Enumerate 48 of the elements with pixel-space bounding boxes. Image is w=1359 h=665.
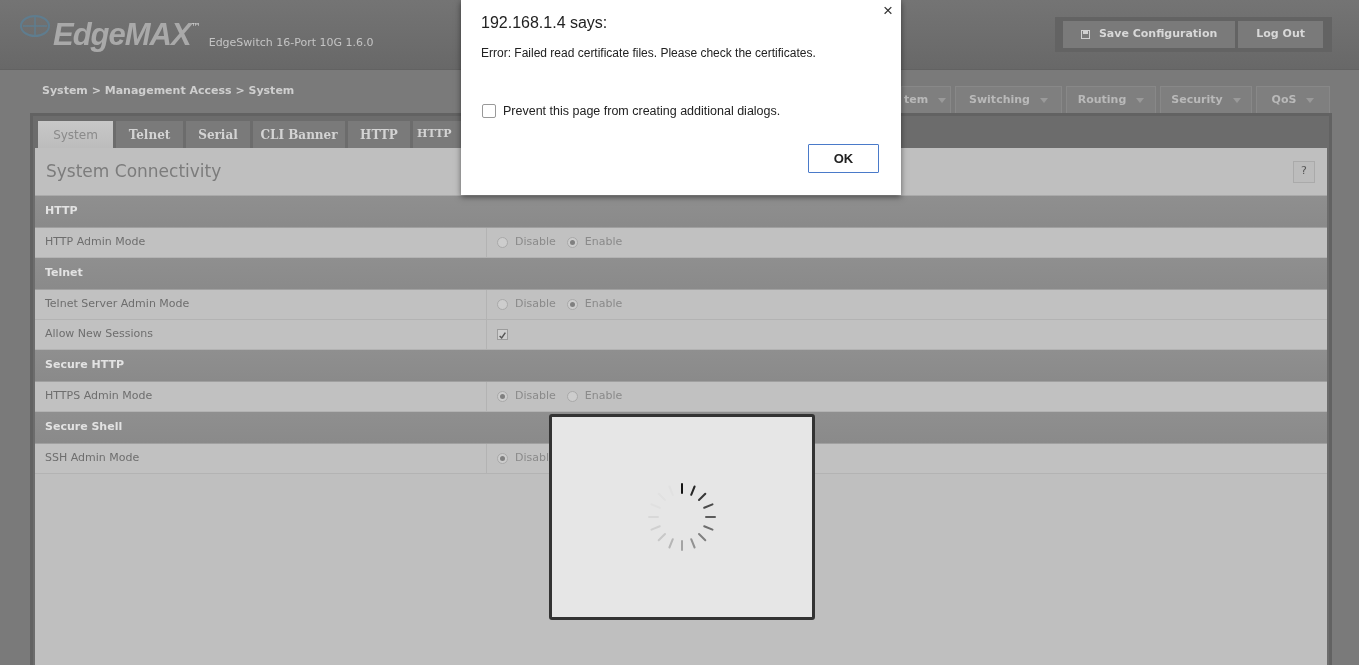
radio-button[interactable] — [566, 391, 578, 402]
field-label: SSH Admin Mode — [45, 450, 140, 467]
dialog-title: 192.168.1.4 says: — [481, 13, 608, 33]
caret-icon — [1232, 97, 1241, 103]
logo-text: EdgeMAX — [53, 19, 191, 50]
breadcrumb-text: System > Management Access > System — [42, 83, 295, 100]
caret-icon — [1039, 97, 1048, 103]
panel-title: System Connectivity — [46, 159, 222, 183]
field-label: Allow New Sessions — [45, 326, 154, 343]
caret-icon — [1136, 97, 1145, 103]
menu-tab[interactable]: Security — [1160, 86, 1252, 113]
field-label: HTTPS Admin Mode — [45, 388, 153, 405]
caret-icon — [1306, 97, 1315, 103]
field-label: Telnet Server Admin Mode — [45, 296, 190, 313]
radio-button[interactable] — [497, 453, 508, 464]
help-button[interactable]: ? — [1293, 160, 1315, 183]
menu-tab[interactable]: tem — [901, 86, 951, 113]
tab[interactable]: Telnet — [116, 121, 183, 148]
save-configuration-button[interactable]: Save Configuration — [1062, 21, 1236, 48]
caret-icon — [938, 97, 947, 103]
tab[interactable]: System — [38, 121, 113, 148]
menu-tab[interactable]: QoS — [1256, 86, 1330, 113]
log-out-button[interactable]: Log Out — [1238, 21, 1323, 48]
tab[interactable]: HTTP — [413, 121, 461, 148]
close-button[interactable]: × — [883, 2, 893, 21]
save-icon — [1080, 30, 1090, 39]
globe-icon — [20, 15, 50, 37]
radio-button[interactable] — [497, 237, 508, 248]
section-header: Secure HTTP — [35, 350, 1327, 382]
spinner-icon — [648, 483, 716, 551]
menu-tab[interactable]: Routing — [1066, 86, 1156, 113]
product-name: EdgeSwitch 16-Port 10G 1.6.0 — [208, 35, 374, 52]
tab[interactable]: HTTP — [348, 121, 410, 148]
dialog-message: Error: Failed read certificate files. Please check the certificates. — [481, 45, 816, 62]
checkbox-label: Prevent this page from creating additional dialogs. — [503, 103, 781, 120]
radio-button[interactable] — [566, 299, 578, 310]
section-header: Telnet — [35, 258, 1327, 290]
checkbox[interactable] — [497, 329, 508, 340]
tab[interactable]: Serial — [186, 121, 250, 148]
radio-button[interactable] — [566, 237, 578, 248]
radio-button[interactable] — [497, 299, 508, 310]
ok-button[interactable]: OK — [808, 144, 879, 173]
checkbox[interactable] — [482, 104, 496, 119]
radio-button[interactable] — [497, 391, 508, 402]
tab[interactable]: CLI Banner — [253, 121, 345, 148]
section-header: HTTP — [35, 196, 1327, 228]
field-label: HTTP Admin Mode — [45, 234, 146, 251]
menu-tab[interactable]: Switching — [955, 86, 1062, 113]
